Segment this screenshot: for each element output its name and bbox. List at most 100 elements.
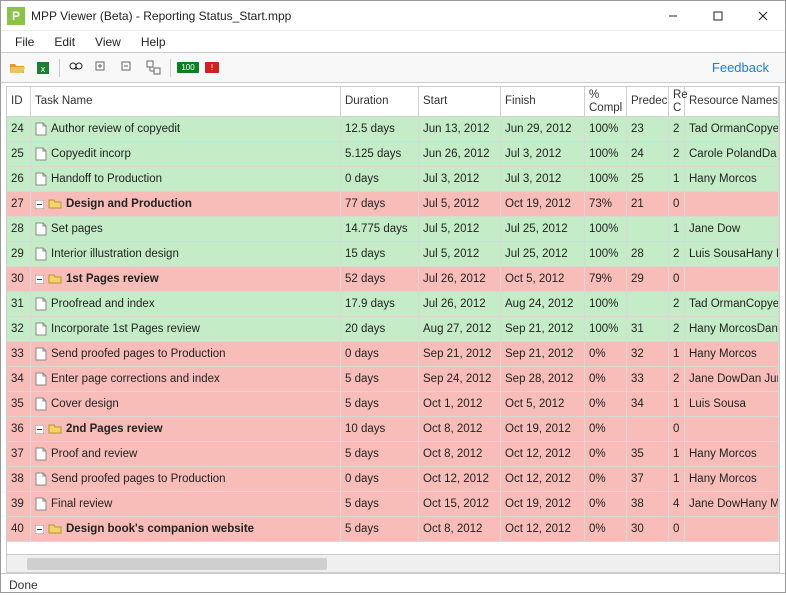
cell-rc: 1 (669, 442, 685, 466)
cell-res: Carole PolandDa (685, 142, 779, 166)
page-icon (35, 497, 47, 511)
cell-rc: 2 (669, 292, 685, 316)
folder-icon (48, 423, 62, 435)
col-res[interactable]: Resource Names (685, 87, 779, 116)
minimize-button[interactable] (650, 1, 695, 30)
menu-file[interactable]: File (7, 33, 42, 51)
feedback-link[interactable]: Feedback (712, 60, 769, 75)
cell-duration: 77 days (341, 192, 419, 216)
table-row[interactable]: 34 Enter page corrections and index5 day… (7, 367, 779, 392)
table-row[interactable]: 24 Author review of copyedit12.5 daysJun… (7, 117, 779, 142)
cell-res: Hany MorcosDan (685, 317, 779, 341)
open-icon[interactable] (7, 58, 27, 78)
cell-res: Tad OrmanCopye (685, 292, 779, 316)
table-row[interactable]: 36 2nd Pages review10 daysOct 8, 2012Oct… (7, 417, 779, 442)
cell-task: Proof and review (31, 442, 341, 466)
col-pct[interactable]: % Compl (585, 87, 627, 116)
collapse-icon[interactable] (35, 200, 44, 209)
collapse-icon[interactable] (35, 425, 44, 434)
cell-res (685, 517, 779, 541)
task-name: Author review of copyedit (51, 123, 180, 135)
cell-finish: Sep 21, 2012 (501, 317, 585, 341)
col-task[interactable]: Task Name (31, 87, 341, 116)
close-button[interactable] (740, 1, 785, 30)
page-icon (35, 322, 47, 336)
cell-pred: 29 (627, 267, 669, 291)
export-excel-icon[interactable]: x (33, 58, 53, 78)
cell-res: Hany Morcos (685, 467, 779, 491)
grid-rows[interactable]: 24 Author review of copyedit12.5 daysJun… (7, 117, 779, 554)
menu-help[interactable]: Help (133, 33, 174, 51)
cell-duration: 0 days (341, 167, 419, 191)
cell-res: Luis Sousa (685, 392, 779, 416)
table-row[interactable]: 39 Final review5 daysOct 15, 2012Oct 19,… (7, 492, 779, 517)
table-row[interactable]: 38 Send proofed pages to Production0 day… (7, 467, 779, 492)
table-row[interactable]: 31 Proofread and index17.9 daysJul 26, 2… (7, 292, 779, 317)
cell-finish: Aug 24, 2012 (501, 292, 585, 316)
cell-finish: Jul 25, 2012 (501, 217, 585, 241)
cell-start: Oct 12, 2012 (419, 467, 501, 491)
table-row[interactable]: 25 Copyedit incorp5.125 daysJun 26, 2012… (7, 142, 779, 167)
cell-finish: Oct 19, 2012 (501, 192, 585, 216)
task-name: Proof and review (51, 448, 137, 460)
cell-res: Tad OrmanCopye (685, 117, 779, 141)
cell-pct: 0% (585, 517, 627, 541)
find-icon[interactable] (66, 58, 86, 78)
menu-edit[interactable]: Edit (46, 33, 83, 51)
cell-id: 39 (7, 492, 31, 516)
outline-icon[interactable] (144, 58, 164, 78)
cell-pct: 0% (585, 367, 627, 391)
cell-res: Hany Morcos (685, 442, 779, 466)
cell-start: Jun 26, 2012 (419, 142, 501, 166)
cell-pct: 0% (585, 492, 627, 516)
expand-all-icon[interactable] (92, 58, 112, 78)
window-title: MPP Viewer (Beta) - Reporting Status_Sta… (31, 9, 650, 23)
cell-rc: 1 (669, 217, 685, 241)
table-row[interactable]: 30 1st Pages review52 daysJul 26, 2012Oc… (7, 267, 779, 292)
cell-start: Oct 15, 2012 (419, 492, 501, 516)
col-finish[interactable]: Finish (501, 87, 585, 116)
col-pred[interactable]: Predec (627, 87, 669, 116)
collapse-all-icon[interactable] (118, 58, 138, 78)
highlight-complete-button[interactable]: 100 (177, 58, 199, 78)
cell-finish: Oct 12, 2012 (501, 442, 585, 466)
col-start[interactable]: Start (419, 87, 501, 116)
table-row[interactable]: 40 Design book's companion website5 days… (7, 517, 779, 542)
highlight-late-button[interactable]: ! (205, 58, 219, 78)
task-name: Final review (51, 498, 112, 510)
cell-rc: 2 (669, 142, 685, 166)
page-icon (35, 372, 47, 386)
table-row[interactable]: 32 Incorporate 1st Pages review20 daysAu… (7, 317, 779, 342)
col-duration[interactable]: Duration (341, 87, 419, 116)
maximize-button[interactable] (695, 1, 740, 30)
cell-rc: 2 (669, 242, 685, 266)
cell-finish: Sep 28, 2012 (501, 367, 585, 391)
table-row[interactable]: 33 Send proofed pages to Production0 day… (7, 342, 779, 367)
table-row[interactable]: 28 Set pages14.775 daysJul 5, 2012Jul 25… (7, 217, 779, 242)
cell-task: Set pages (31, 217, 341, 241)
cell-pred: 32 (627, 342, 669, 366)
cell-res: Hany Morcos (685, 167, 779, 191)
folder-icon (48, 273, 62, 285)
table-row[interactable]: 27 Design and Production77 daysJul 5, 20… (7, 192, 779, 217)
title-bar: P MPP Viewer (Beta) - Reporting Status_S… (1, 1, 785, 31)
collapse-icon[interactable] (35, 525, 44, 534)
app-icon: P (7, 7, 25, 25)
cell-pred: 31 (627, 317, 669, 341)
collapse-icon[interactable] (35, 275, 44, 284)
table-row[interactable]: 35 Cover design5 daysOct 1, 2012Oct 5, 2… (7, 392, 779, 417)
table-row[interactable]: 26 Handoff to Production0 daysJul 3, 201… (7, 167, 779, 192)
task-name: Enter page corrections and index (51, 373, 220, 385)
cell-pred: 33 (627, 367, 669, 391)
cell-task: Proofread and index (31, 292, 341, 316)
table-row[interactable]: 29 Interior illustration design15 daysJu… (7, 242, 779, 267)
col-id[interactable]: ID (7, 87, 31, 116)
table-row[interactable]: 37 Proof and review5 daysOct 8, 2012Oct … (7, 442, 779, 467)
cell-rc: 2 (669, 367, 685, 391)
cell-task: Design and Production (31, 192, 341, 216)
page-icon (35, 147, 47, 161)
menu-view[interactable]: View (87, 33, 129, 51)
horizontal-scrollbar[interactable] (7, 554, 779, 572)
col-rc[interactable]: Re C (669, 87, 685, 116)
cell-start: Jul 5, 2012 (419, 192, 501, 216)
